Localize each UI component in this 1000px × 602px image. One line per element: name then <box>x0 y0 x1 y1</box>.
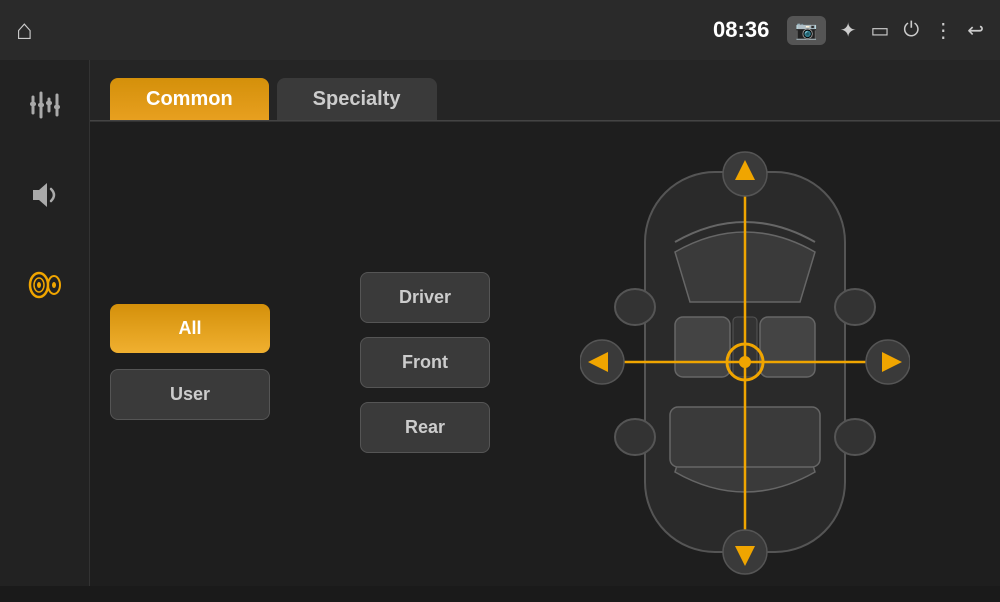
arrow-down <box>723 530 767 574</box>
car-diagram <box>510 142 980 582</box>
sidebar-item-volume[interactable] <box>15 170 75 220</box>
rear-button[interactable]: Rear <box>360 402 490 453</box>
arrow-up <box>723 152 767 196</box>
tab-bar: Common Specialty <box>90 60 1000 122</box>
sidebar-item-speaker[interactable] <box>15 260 75 310</box>
sidebar <box>0 60 90 586</box>
brightness-icon[interactable]: ✦ <box>840 18 857 43</box>
arrow-right <box>866 340 910 384</box>
clock: 08:36 <box>713 17 769 43</box>
back-icon[interactable]: ↩ <box>967 18 984 43</box>
car-svg <box>580 142 910 582</box>
status-bar: ⌂ 08:36 📷 ✦ ▭ ⏻ ⋮ ↩ <box>0 0 1000 60</box>
driver-button[interactable]: Driver <box>360 272 490 323</box>
front-button[interactable]: Front <box>360 337 490 388</box>
tab-specialty[interactable]: Specialty <box>277 78 437 121</box>
window-icon[interactable]: ▭ <box>871 18 890 43</box>
power-icon[interactable]: ⏻ <box>903 19 919 42</box>
camera-icon[interactable]: 📷 <box>787 16 825 45</box>
right-buttons: Driver Front Rear <box>320 142 490 582</box>
sidebar-item-equalizer[interactable] <box>15 80 75 130</box>
user-button[interactable]: User <box>110 369 270 420</box>
left-controls: All User <box>110 142 270 582</box>
tab-common[interactable]: Common <box>110 78 269 121</box>
content-area: Common Specialty All User Driver Front R… <box>90 60 1000 586</box>
car-container <box>580 142 910 582</box>
controls-section: All User Driver Front Rear <box>90 122 1000 602</box>
more-icon[interactable]: ⋮ <box>933 18 953 43</box>
all-button[interactable]: All <box>110 304 270 353</box>
status-icons: 08:36 📷 ✦ ▭ ⏻ ⋮ ↩ <box>713 16 984 45</box>
arrow-left <box>580 340 624 384</box>
home-icon[interactable]: ⌂ <box>16 14 33 46</box>
main-layout: Common Specialty All User Driver Front R… <box>0 60 1000 586</box>
